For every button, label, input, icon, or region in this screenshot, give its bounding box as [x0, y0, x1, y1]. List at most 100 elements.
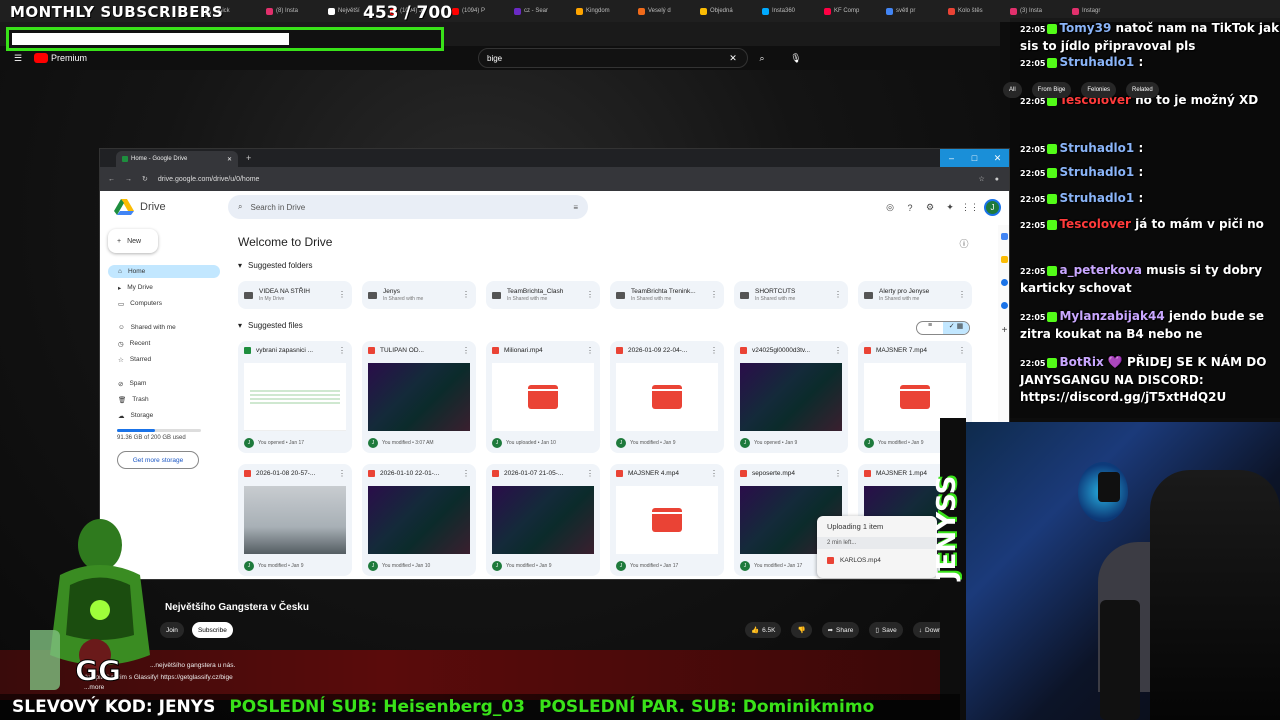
more-options-icon[interactable]: ⋮	[462, 469, 470, 478]
menu-icon[interactable]: ☰	[12, 52, 24, 64]
bookmark-star-icon[interactable]: ☆	[978, 175, 984, 183]
browser-tab[interactable]: světl pr	[882, 3, 940, 19]
chip-felonies[interactable]: Felonies	[1081, 82, 1117, 98]
close-tab-icon[interactable]: ✕	[227, 156, 232, 163]
folder-card[interactable]: VIDEA NA STŘIH In My Drive ⋮	[238, 281, 352, 309]
sidebar-item-starred[interactable]: ☆ Starred	[108, 353, 220, 366]
more-options-icon[interactable]: ⋮	[958, 346, 966, 355]
close-window-icon[interactable]: ✕	[986, 149, 1009, 167]
info-icon[interactable]: ⓘ	[958, 237, 970, 249]
file-card[interactable]: 2026-01-09 22-04-... ⋮ J You modified • Jan…	[610, 341, 724, 453]
forward-icon[interactable]: →	[125, 176, 132, 183]
like-button[interactable]: 👍 6.5K	[745, 622, 782, 638]
subscribe-button[interactable]: Subscribe	[191, 622, 233, 638]
youtube-search-box[interactable]: bige ✕	[478, 48, 748, 68]
more-options-icon[interactable]: ⋮	[834, 469, 842, 478]
clear-icon[interactable]: ✕	[727, 52, 739, 64]
more-options-icon[interactable]: ⋮	[834, 346, 842, 355]
browser-tab[interactable]: Instagr	[1068, 3, 1126, 19]
chip-all[interactable]: All	[1003, 82, 1022, 98]
youtube-search-input[interactable]: bige	[487, 54, 727, 63]
settings-icon[interactable]: ⚙	[924, 202, 936, 214]
more-options-icon[interactable]: ⋮	[462, 290, 470, 299]
more-options-icon[interactable]: ⋮	[710, 346, 718, 355]
youtube-logo[interactable]: Premium	[34, 53, 87, 63]
back-icon[interactable]: ←	[108, 176, 115, 183]
drive-url-input[interactable]: drive.google.com/drive/u/0/home	[158, 176, 969, 183]
file-card[interactable]: Milionari.mp4 ⋮ J You uploaded • Jan 10	[486, 341, 600, 453]
calendar-icon[interactable]	[1001, 233, 1008, 240]
more-options-icon[interactable]: ⋮	[338, 290, 346, 299]
drive-tab[interactable]: Home - Google Drive ✕	[116, 151, 238, 167]
more-options-icon[interactable]: ⋮	[834, 290, 842, 299]
save-button[interactable]: ▯ Save	[869, 622, 903, 638]
sidebar-item-home[interactable]: ⌂ Home	[108, 265, 220, 278]
add-addon-icon[interactable]: +	[1002, 325, 1008, 336]
more-options-icon[interactable]: ⋮	[958, 290, 966, 299]
more-options-icon[interactable]: ⋮	[338, 346, 346, 355]
folder-card[interactable]: TeamBrichta_Clash In Shared with me ⋮	[486, 281, 600, 309]
search-icon[interactable]: ⌕	[756, 52, 768, 64]
more-options-icon[interactable]: ⋮	[710, 469, 718, 478]
share-button[interactable]: ➦ Share	[821, 622, 860, 638]
chip-related[interactable]: Related	[1126, 82, 1159, 98]
sidebar-item-recent[interactable]: ◷ Recent	[108, 337, 220, 350]
file-card[interactable]: 2026-01-10 22-01-... ⋮ J You modified • Jan…	[362, 464, 476, 576]
sidebar-item-my-drive[interactable]: ▸ My Drive	[108, 281, 220, 294]
more-options-icon[interactable]: ⋮	[586, 290, 594, 299]
new-tab-icon[interactable]: +	[246, 153, 251, 163]
dislike-button[interactable]: 👎	[791, 622, 812, 638]
minimize-icon[interactable]: –	[940, 149, 963, 167]
keep-icon[interactable]	[1001, 256, 1008, 263]
browser-tab[interactable]: Veselý d	[634, 3, 692, 19]
sidebar-item-spam[interactable]: ⊘ Spam	[108, 377, 220, 390]
browser-tab[interactable]: Objedná	[696, 3, 754, 19]
apps-grid-icon[interactable]: ⋮⋮	[961, 202, 979, 214]
maximize-icon[interactable]: □	[963, 149, 986, 167]
browser-tab[interactable]: Insta360	[758, 3, 816, 19]
browser-tab[interactable]: Kolo štěs	[944, 3, 1002, 19]
browser-tab[interactable]: (8) Insta	[262, 3, 320, 19]
browser-tab[interactable]: cz - Sear	[510, 3, 568, 19]
tasks-icon[interactable]	[1001, 279, 1008, 286]
drive-logo-icon[interactable]	[114, 199, 134, 215]
folder-card[interactable]: TeamBrichta Trenink... In Shared with me ⋮	[610, 281, 724, 309]
file-card[interactable]: v24025gl0000d3tv... ⋮ J You opened • Jan 9	[734, 341, 848, 453]
file-card[interactable]: MAJSNER 4.mp4 ⋮ J You modified • Jan 17	[610, 464, 724, 576]
browser-tab[interactable]: Kingdom	[572, 3, 630, 19]
drive-search-box[interactable]: ⌕ Search in Drive ≡	[228, 195, 588, 219]
filter-icon[interactable]: ≡	[573, 203, 578, 212]
help-icon[interactable]: ?	[904, 202, 916, 214]
get-more-storage-button[interactable]: Get more storage	[117, 451, 199, 469]
browser-tab[interactable]: KF Comp	[820, 3, 878, 19]
file-card[interactable]: vybrani zapasnici ... ⋮ J You opened • Jan …	[238, 341, 352, 453]
gemini-icon[interactable]: ✦	[944, 202, 956, 214]
profile-icon[interactable]: ●	[995, 176, 999, 183]
file-card[interactable]: TULIPAN OD... ⋮ J You modified • 3:07 AM	[362, 341, 476, 453]
sidebar-item-shared[interactable]: ☺ Shared with me	[108, 321, 220, 334]
microphone-icon[interactable]: 🎙	[790, 52, 802, 64]
grid-view-icon[interactable]: ✓ ▦	[943, 322, 969, 334]
view-toggle[interactable]: ≡ ✓ ▦	[916, 321, 970, 335]
more-options-icon[interactable]: ⋮	[586, 469, 594, 478]
more-options-icon[interactable]: ⋮	[462, 346, 470, 355]
folder-card[interactable]: Jenys In Shared with me ⋮	[362, 281, 476, 309]
suggested-folders-header[interactable]: ▾ Suggested folders	[238, 261, 313, 270]
account-avatar[interactable]: J	[984, 199, 1001, 216]
offline-icon[interactable]: ◎	[884, 202, 896, 214]
folder-card[interactable]: SHORTCUTS In Shared with me ⋮	[734, 281, 848, 309]
new-button[interactable]: + New	[108, 229, 158, 253]
drive-search-input[interactable]: Search in Drive	[250, 203, 305, 212]
reload-icon[interactable]: ↻	[142, 175, 148, 183]
more-options-icon[interactable]: ⋮	[586, 346, 594, 355]
contacts-icon[interactable]	[1001, 302, 1008, 309]
file-card[interactable]: 2026-01-07 21-05-... ⋮ J You modified • Jan…	[486, 464, 600, 576]
browser-tab[interactable]: (3) Insta	[1006, 3, 1064, 19]
chip-from-bige[interactable]: From Bige	[1031, 82, 1072, 98]
sidebar-item-trash[interactable]: 🗑 Trash	[108, 393, 220, 406]
list-view-icon[interactable]: ≡	[917, 322, 943, 334]
browser-tab[interactable]: (1094) P	[448, 3, 506, 19]
sidebar-item-computers[interactable]: ▭ Computers	[108, 297, 220, 310]
more-options-icon[interactable]: ⋮	[338, 469, 346, 478]
suggested-files-header[interactable]: ▾ Suggested files	[238, 321, 303, 330]
